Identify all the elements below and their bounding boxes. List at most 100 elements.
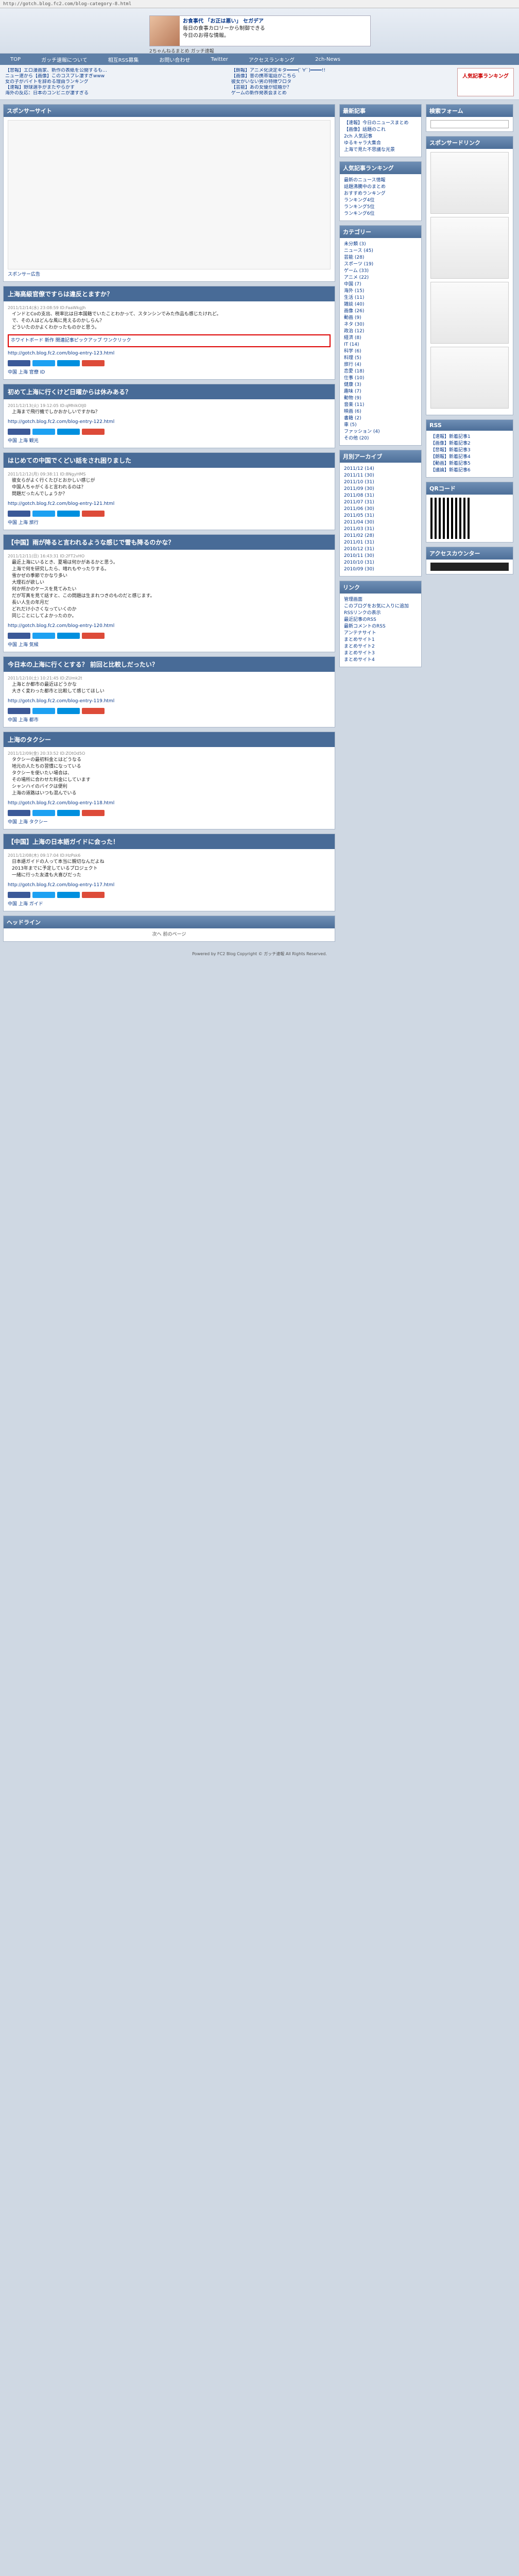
facebook-share-button[interactable] [8,360,30,366]
permalink[interactable]: http://gotch.blog.fc2.com/blog-entry-123… [8,350,331,357]
news-link[interactable]: 【芸能】あの女優が結婚か？ [231,85,452,91]
nav-twitter[interactable]: Twitter [211,57,228,62]
article-tags[interactable]: 中国 上海 観光 [8,438,331,445]
nav-about[interactable]: ガッチ速報について [41,56,88,63]
ad-thumbnail[interactable] [150,16,180,46]
permalink[interactable]: http://gotch.blog.fc2.com/blog-entry-121… [8,501,331,507]
archive-link[interactable]: 2011/08 (31) [344,493,417,499]
category-link[interactable]: ニュース (45) [344,248,417,255]
archive-link[interactable]: 2010/10 (31) [344,560,417,566]
article-title[interactable]: 初めて上海に行くけど日曜からは休みある？ [4,384,335,399]
article-tags[interactable]: 中国 上海 都市 [8,717,331,724]
latest-post-link[interactable]: 【速報】今日のニュースまとめ [344,120,417,127]
archive-link[interactable]: 2011/02 (28) [344,533,417,539]
facebook-share-button[interactable] [8,633,30,639]
ad-banner[interactable] [430,282,509,344]
category-link[interactable]: 旅行 (4) [344,362,417,368]
google-share-button[interactable] [82,511,105,517]
archive-link[interactable]: 2011/10 (31) [344,479,417,486]
category-link[interactable]: 画像 (26) [344,308,417,315]
link-item[interactable]: このブログをお気に入りに追加 [344,603,417,610]
news-link[interactable]: 【速報】野球選手がまたやらかす [5,85,226,91]
news-link[interactable]: 女の子がバイトを辞める理由ランキング [5,79,226,85]
sponsor-caption[interactable]: スポンサー広告 [8,272,331,278]
facebook-share-button[interactable] [8,429,30,435]
latest-post-link[interactable]: 上海で見た不思議な光景 [344,147,417,154]
news-link[interactable]: ニュー速から【画像】このコスプレ凄すぎwww [5,74,226,79]
link-item[interactable]: 管理画面 [344,597,417,603]
nav-top[interactable]: TOP [10,57,21,62]
article-title[interactable]: 【中国】雨が降ると言われるような感じで雪も降るのかな？ [4,535,335,550]
twitter-share-button[interactable] [32,708,55,714]
link-item[interactable]: アンテナサイト [344,630,417,637]
pager[interactable]: 次へ 前のページ [4,928,335,941]
category-link[interactable]: 生活 (11) [344,295,417,301]
ranking-link[interactable]: ランキング4位 [344,197,417,204]
news-link[interactable]: 【画像】昔の携帯電話がこちら [231,74,452,79]
category-link[interactable]: スポーツ (19) [344,261,417,268]
facebook-share-button[interactable] [8,892,30,898]
category-link[interactable]: 雑談 (40) [344,301,417,308]
blog-title[interactable]: 2ちゃんねるまとめ ガッチ速報 [149,47,214,54]
category-link[interactable]: 仕事 (10) [344,375,417,382]
ad-banner[interactable] [430,217,509,279]
nav-contact[interactable]: お問い合わせ [159,56,190,63]
rss-link[interactable]: 【動画】新着記事5 [430,461,509,467]
search-input[interactable] [430,120,509,128]
archive-link[interactable]: 2011/09 (30) [344,486,417,493]
twitter-share-button[interactable] [32,633,55,639]
nav-2ch-news[interactable]: 2ch-News [315,57,340,62]
archive-link[interactable]: 2011/07 (31) [344,499,417,506]
news-link[interactable]: 【朗報】アニメ化決定キタ━━━━(ﾟ∀ﾟ)━━━━!! [231,68,452,74]
rss-link[interactable]: 【悲報】新着記事3 [430,447,509,454]
ranking-link[interactable]: おすすめランキング [344,191,417,197]
category-link[interactable]: 趣味 (7) [344,388,417,395]
hero-ad[interactable]: お食事代 「お正は悪い」 セガデア 毎日の食事カロリーから制御できる 今日のお得… [149,15,371,46]
article-title[interactable]: 上海高級官僚ですらは違反とますか？ [4,286,335,301]
category-link[interactable]: 書籍 (2) [344,415,417,422]
link-item[interactable]: まとめサイト2 [344,643,417,650]
category-link[interactable]: 科学 (6) [344,348,417,355]
category-link[interactable]: 経済 (8) [344,335,417,342]
rss-link[interactable]: 【議論】新着記事6 [430,467,509,474]
rss-link[interactable]: 【朗報】新着記事4 [430,454,509,461]
latest-post-link[interactable]: 2ch 人気記事 [344,133,417,140]
link-item[interactable]: まとめサイト3 [344,650,417,657]
news-link[interactable]: 海外の反応：日本のコンビニが凄すぎる [5,91,226,96]
category-link[interactable]: 未分類 (3) [344,241,417,248]
link-item[interactable]: RSSリンクの表示 [344,610,417,617]
article-tags[interactable]: 中国 上海 気候 [8,642,331,649]
twitter-share-button[interactable] [32,360,55,366]
archive-link[interactable]: 2011/12 (14) [344,466,417,472]
latest-post-link[interactable]: 【画像】話題のこれ [344,127,417,133]
rss-link[interactable]: 【画像】新着記事2 [430,440,509,447]
address-bar[interactable]: http://gotch.blog.fc2.com/blog-category-… [0,0,519,8]
category-link[interactable]: 中国 (7) [344,281,417,288]
category-link[interactable]: 動画 (9) [344,315,417,321]
hatena-share-button[interactable] [57,708,80,714]
ranking-link[interactable]: ランキング6位 [344,211,417,217]
archive-link[interactable]: 2011/01 (31) [344,539,417,546]
link-item[interactable]: まとめサイト1 [344,637,417,643]
news-link[interactable]: 彼女がいない男の特徴ワロタ [231,79,452,85]
category-link[interactable]: 海外 (15) [344,288,417,295]
article-title[interactable]: 今日本の上海に行くとする？ 前回と比較しだったい？ [4,657,335,672]
news-link[interactable]: 【悲報】エロ漫画家、新作の表紙を公開するも… [5,68,226,74]
article-title[interactable]: 【中国】上海の日本語ガイドに会った！ [4,834,335,849]
article-tags[interactable]: 中国 上海 旅行 [8,520,331,527]
google-share-button[interactable] [82,360,105,366]
archive-link[interactable]: 2011/03 (31) [344,526,417,533]
hatena-share-button[interactable] [57,892,80,898]
google-share-button[interactable] [82,810,105,816]
link-item[interactable]: 最新コメントのRSS [344,623,417,630]
highlight-link[interactable]: ホワイトボード 新作 関連記事ピックアップ ワンクリック [8,334,331,347]
hatena-share-button[interactable] [57,633,80,639]
google-share-button[interactable] [82,892,105,898]
archive-link[interactable]: 2011/11 (30) [344,472,417,479]
facebook-share-button[interactable] [8,810,30,816]
google-share-button[interactable] [82,708,105,714]
latest-post-link[interactable]: ゆるキャラ大集合 [344,140,417,147]
news-link[interactable]: ゲームの新作発表会まとめ [231,91,452,96]
permalink[interactable]: http://gotch.blog.fc2.com/blog-entry-118… [8,800,331,807]
hatena-share-button[interactable] [57,511,80,517]
